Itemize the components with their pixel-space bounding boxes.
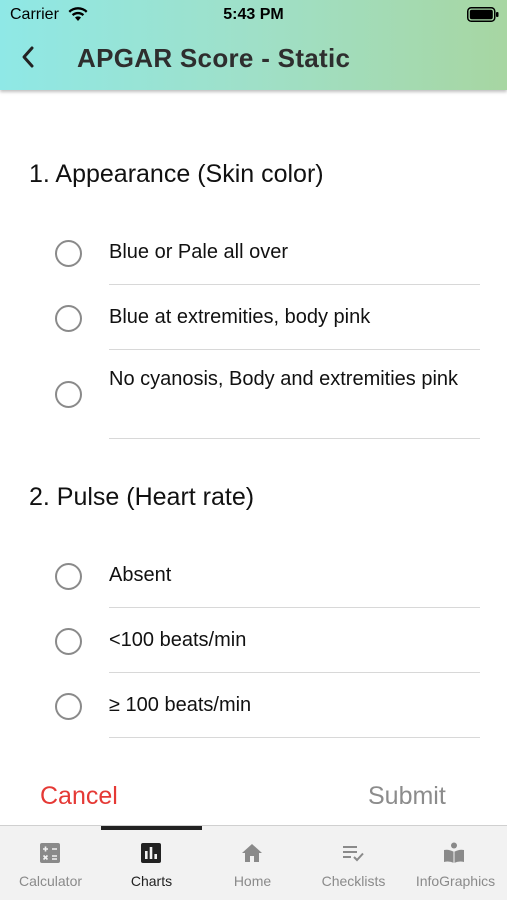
battery-icon <box>467 7 499 22</box>
nav-bar: APGAR Score - Static <box>0 30 507 90</box>
option-label: Blue at extremities, body pink <box>109 306 371 328</box>
calculator-icon <box>40 843 60 863</box>
question-title: 2. Pulse (Heart rate) <box>29 483 255 511</box>
option-label: ≥ 100 beats/min <box>109 694 252 716</box>
home-icon <box>242 844 262 862</box>
status-bar: Carrier 5:43 PM <box>0 0 507 30</box>
radio-option[interactable]: <100 beats/min <box>0 626 507 676</box>
tab-label: Calculator <box>18 873 83 889</box>
tab-infographics[interactable]: InfoGraphics <box>404 826 507 900</box>
divider <box>109 737 480 738</box>
radio-button[interactable] <box>55 305 82 332</box>
radio-button[interactable] <box>55 628 82 655</box>
radio-button[interactable] <box>55 693 82 720</box>
divider <box>109 349 480 350</box>
option-label: Blue or Pale all over <box>109 241 288 263</box>
radio-option[interactable]: ≥ 100 beats/min <box>0 691 507 741</box>
option-label: No cyanosis, Body and extremities pink <box>109 368 459 390</box>
tab-label: Charts <box>130 873 173 889</box>
divider <box>109 284 480 285</box>
radio-option[interactable]: No cyanosis, Body and extremities pink <box>0 365 507 435</box>
checklist-icon <box>343 846 364 862</box>
tab-label: InfoGraphics <box>415 873 496 889</box>
header: Carrier 5:43 PM APGAR Score - Static <box>0 0 507 90</box>
divider <box>109 438 480 439</box>
radio-option[interactable]: Blue or Pale all over <box>0 238 507 288</box>
question-title: 1. Appearance (Skin color) <box>29 160 324 188</box>
book-reader-icon <box>444 842 464 863</box>
radio-button[interactable] <box>55 240 82 267</box>
tab-home[interactable]: Home <box>202 826 303 900</box>
active-tab-indicator <box>101 826 202 830</box>
option-label: Absent <box>109 564 172 586</box>
tab-charts[interactable]: Charts <box>101 826 202 900</box>
bar-chart-icon <box>141 843 161 863</box>
questionnaire: 1. Appearance (Skin color) Blue or Pale … <box>0 90 507 825</box>
page-title: APGAR Score - Static <box>77 43 351 73</box>
status-time: 5:43 PM <box>223 6 284 23</box>
radio-button[interactable] <box>55 381 82 408</box>
tab-checklists[interactable]: Checklists <box>303 826 404 900</box>
tab-label: Checklists <box>321 873 386 889</box>
option-label: <100 beats/min <box>109 629 247 651</box>
radio-button[interactable] <box>55 563 82 590</box>
divider <box>109 672 480 673</box>
tab-calculator[interactable]: Calculator <box>0 826 101 900</box>
radio-option[interactable]: Blue at extremities, body pink <box>0 303 507 353</box>
divider <box>109 607 480 608</box>
tab-label: Home <box>233 873 272 889</box>
submit-button[interactable]: Submit <box>368 782 446 811</box>
radio-option[interactable]: Absent <box>0 561 507 611</box>
tab-bar: Calculator Charts Home Checklists InfoGr… <box>0 825 507 900</box>
app-screen: Carrier 5:43 PM APGAR Score - Static 1. … <box>0 0 507 900</box>
chevron-left-icon[interactable] <box>14 42 44 72</box>
cancel-button[interactable]: Cancel <box>40 782 118 811</box>
